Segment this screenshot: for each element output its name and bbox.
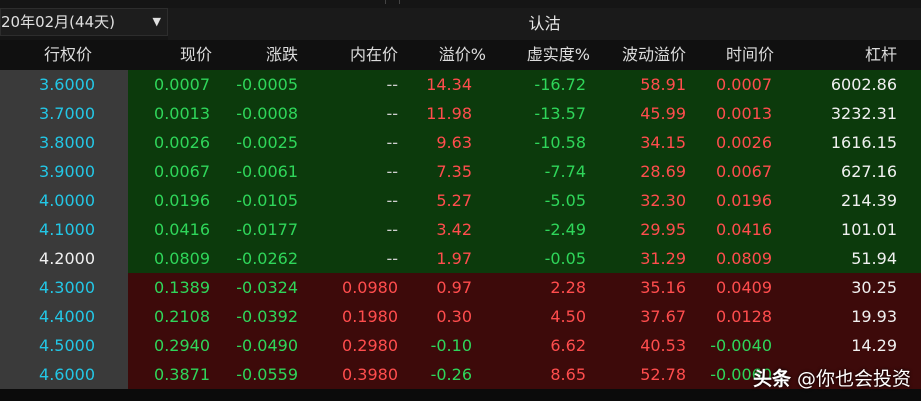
leverage-cell: 1616.15 [830,133,897,152]
expiry-select-value: 20年02月(44天) [1,13,115,31]
table-row[interactable]: 3.6000 0.0007 -0.0005 -- 14.34 -16.72 58.91 0.0… [0,70,921,99]
table-row[interactable]: 3.7000 0.0013 -0.0008 -- 11.98 -13.57 45.99 0.0… [0,99,921,128]
leverage-cell: 3232.31 [830,104,897,123]
top-divider [385,0,386,4]
table-header: 行权价 现价 涨跌 内在价 溢价% 虚实度% 波动溢价 时间价 杠杆 [0,40,921,70]
watermark-text: @你也会投资 [796,368,911,390]
expiry-select[interactable]: 20年02月(44天) ▼ [0,8,168,36]
chevron-down-icon[interactable]: ▼ [153,9,161,35]
watermark-logo: 头条 [752,368,791,390]
top-bar: 20年02月(44天) ▼ 认沽 [0,0,921,40]
top-divider [399,0,400,4]
leverage-cell: 19.93 [851,307,897,326]
leverage-header[interactable]: 杠杆 [0,40,897,70]
leverage-cell: 6002.86 [830,75,897,94]
leverage-cell: 51.94 [851,249,897,268]
table-row[interactable]: 4.1000 0.0416 -0.0177 -- 3.42 -2.49 29.95 0.041… [0,215,921,244]
table-row[interactable]: 4.5000 0.2940 -0.0490 0.2980 -0.10 6.62 40.53-… [0,331,921,360]
table-row[interactable]: 4.3000 0.1389 -0.0324 0.0980 0.97 2.28 35.16 0.… [0,273,921,302]
table-row[interactable]: 4.4000 0.2108 -0.0392 0.1980 0.30 4.50 37.67 0.… [0,302,921,331]
table-row[interactable]: 3.8000 0.0026 -0.0025 -- 9.63 -10.58 34.15 0.00… [0,128,921,157]
leverage-cell: 30.25 [851,278,897,297]
table-row[interactable]: 4.0000 0.0196 -0.0105 -- 5.27 -5.05 32.30 0.019… [0,186,921,215]
table-row[interactable]: 3.9000 0.0067 -0.0061 -- 7.35 -7.74 28.69 0.006… [0,157,921,186]
leverage-cell: 101.01 [841,220,897,239]
leverage-cell: 14.29 [851,336,897,355]
leverage-cell: 627.16 [841,162,897,181]
table-row[interactable]: 4.2000 0.0809 -0.0262 -- 1.97 -0.05 31.29 0.080… [0,244,921,273]
leverage-cell: 214.39 [841,191,897,210]
option-type-title: 认沽 [168,8,921,40]
watermark: 头条 @你也会投资 [753,364,911,391]
